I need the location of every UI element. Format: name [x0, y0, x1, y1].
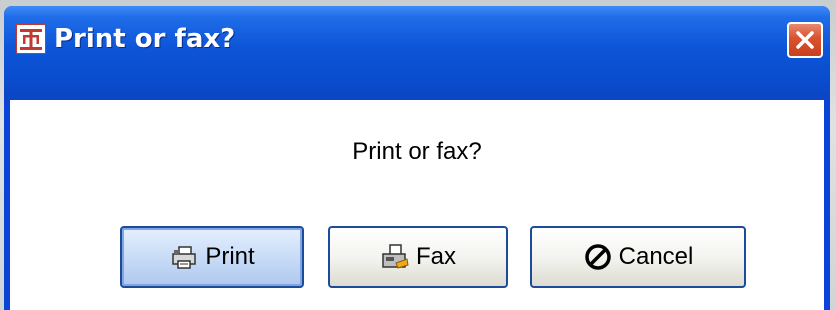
print-button[interactable]: Print — [120, 226, 304, 288]
dialog-body: Print or fax? Print Fax Cancel — [10, 100, 824, 310]
dialog-window: Print or fax? Print or fax? Print Fax Ca… — [4, 6, 830, 310]
fax-icon — [380, 242, 410, 272]
close-button[interactable] — [787, 22, 823, 58]
printer-icon — [169, 242, 199, 272]
fax-button-label: Fax — [415, 243, 456, 270]
fax-button[interactable]: Fax — [328, 226, 508, 288]
app-logo-icon — [16, 24, 46, 54]
close-icon — [796, 31, 814, 49]
cancel-button[interactable]: Cancel — [530, 226, 746, 288]
title-bar[interactable]: Print or fax? — [4, 6, 830, 100]
print-button-label: Print — [205, 243, 255, 270]
cancel-button-label: Cancel — [618, 243, 694, 270]
cancel-icon — [583, 242, 613, 272]
window-title: Print or fax? — [54, 24, 236, 54]
dialog-message: Print or fax? — [352, 138, 482, 165]
